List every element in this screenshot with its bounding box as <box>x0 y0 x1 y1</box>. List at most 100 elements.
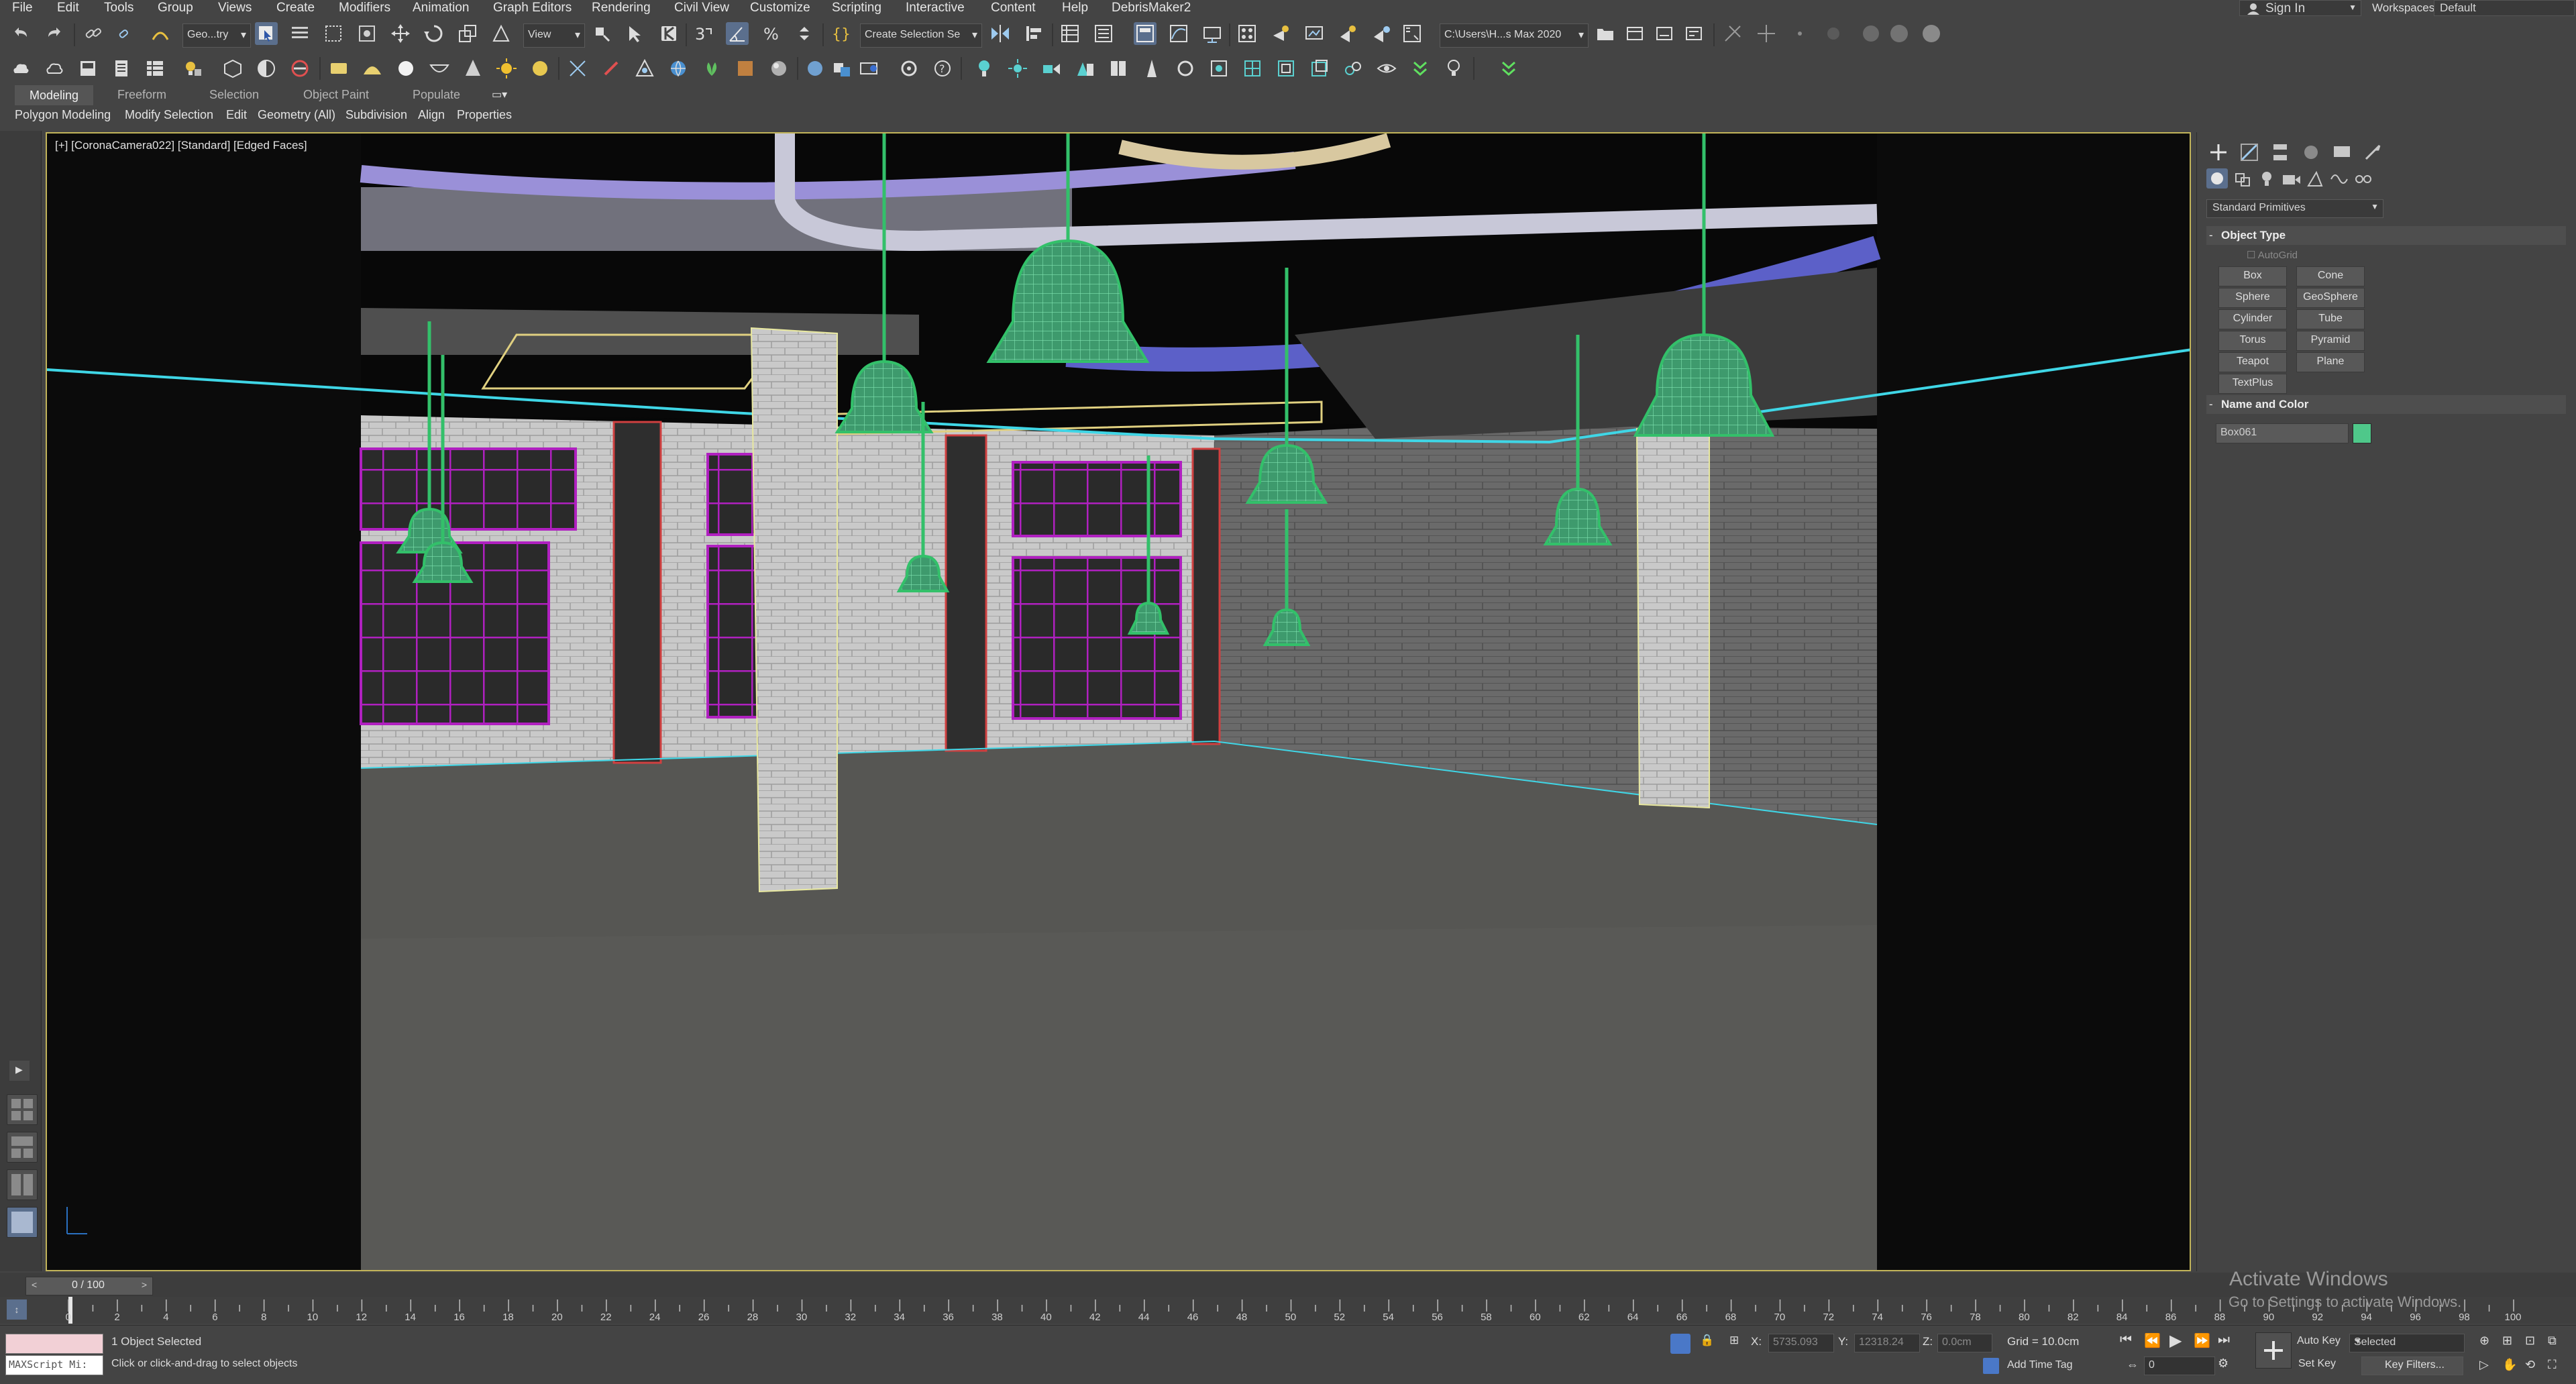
tab-object-paint[interactable]: Object Paint <box>303 88 369 102</box>
light-bulb-icon[interactable] <box>181 57 204 80</box>
globe-icon[interactable] <box>667 57 690 80</box>
layout-tab-1[interactable] <box>7 1094 38 1125</box>
curve-editor-icon[interactable] <box>1167 22 1190 45</box>
grid-frame-icon[interactable] <box>1241 57 1264 80</box>
go-to-start-icon[interactable]: ⏮ <box>2120 1332 2132 1348</box>
layout-tab-4[interactable] <box>7 1207 38 1238</box>
menu-scripting[interactable]: Scripting <box>832 1 881 15</box>
render-region-icon[interactable] <box>857 57 880 80</box>
reference-coord-dropdown[interactable]: View ▾ <box>523 23 585 48</box>
sun-icon[interactable] <box>495 57 518 80</box>
safe-frame-icon[interactable] <box>1275 57 1297 80</box>
panel-modify-selection[interactable]: Modify Selection <box>125 108 213 122</box>
menu-views[interactable]: Views <box>218 1 252 15</box>
hierarchy-tab-icon[interactable] <box>2268 140 2292 164</box>
material-ball-icon[interactable] <box>767 57 790 80</box>
tab-selection[interactable]: Selection <box>209 88 259 102</box>
autogrid-checkbox[interactable]: ☐ AutoGrid <box>2247 249 2298 261</box>
help-circle-icon[interactable]: ? <box>931 57 954 80</box>
edit-named-selection-icon[interactable]: {} <box>829 22 852 45</box>
workspaces-dropdown[interactable]: Default <box>2434 0 2575 16</box>
chevron-double-down-icon[interactable] <box>1497 57 1520 80</box>
pyramid-button[interactable]: Pyramid <box>2296 331 2365 351</box>
bowl-shape-icon[interactable] <box>428 57 451 80</box>
box-button[interactable]: Box <box>2218 266 2287 286</box>
rendered-frame-window-icon[interactable] <box>1303 22 1326 45</box>
keyboard-shortcut-icon[interactable] <box>657 22 680 45</box>
paint-tool-icon[interactable] <box>600 57 623 80</box>
menu-graph-editors[interactable]: Graph Editors <box>493 1 572 15</box>
zoom-extents-all-icon[interactable]: ⧉ <box>2548 1334 2557 1348</box>
eye-icon[interactable] <box>1375 57 1398 80</box>
helpers-category-icon[interactable] <box>2303 167 2327 191</box>
settings-gear-icon[interactable] <box>898 57 920 80</box>
current-frame-field[interactable]: 0 <box>2144 1356 2215 1375</box>
select-object-button[interactable] <box>255 22 278 45</box>
spinner-snap-icon[interactable] <box>793 22 816 45</box>
utilities-tab-icon[interactable] <box>2361 140 2385 164</box>
plane-button[interactable]: Plane <box>2296 352 2365 372</box>
links-icon[interactable] <box>1342 57 1364 80</box>
menu-customize[interactable]: Customize <box>750 1 810 15</box>
select-by-name-button[interactable] <box>288 22 311 45</box>
space-warps-category-icon[interactable] <box>2327 167 2351 191</box>
time-config-icon[interactable]: ⚙ <box>2218 1356 2229 1371</box>
set-project-folder-icon[interactable] <box>1594 22 1617 45</box>
link-icon[interactable] <box>82 22 105 45</box>
panel-align[interactable]: Align <box>418 108 445 122</box>
half-circle-icon[interactable] <box>255 57 278 80</box>
material-editor-icon[interactable] <box>1236 22 1258 45</box>
geometry-category-icon[interactable] <box>2206 168 2228 189</box>
zoom-icon[interactable]: ⊕ <box>2479 1334 2489 1348</box>
set-key-big-button[interactable] <box>2255 1332 2292 1369</box>
snaps-toggle-icon[interactable]: 3 <box>692 22 715 45</box>
sky-sphere-icon[interactable] <box>529 57 551 80</box>
tab-populate[interactable]: Populate <box>413 88 460 102</box>
frame-icon[interactable] <box>1208 57 1230 80</box>
sphere-button[interactable]: Sphere <box>2218 288 2287 308</box>
bind-space-warp-icon[interactable] <box>149 22 172 45</box>
render-setup-icon[interactable] <box>1269 22 1292 45</box>
lights-category-icon[interactable] <box>2255 167 2279 191</box>
x-coord-field[interactable]: 5735.093 <box>1768 1334 1834 1352</box>
book-icon[interactable] <box>1107 57 1130 80</box>
align-view-icon[interactable] <box>1140 57 1163 80</box>
cube-tools-icon[interactable] <box>221 57 244 80</box>
plane-shape-icon[interactable] <box>327 57 350 80</box>
layout-tab-3[interactable] <box>7 1169 38 1200</box>
tab-freeform[interactable]: Freeform <box>117 88 166 102</box>
name-and-color-rollout[interactable]: - Name and Color <box>2206 395 2566 414</box>
texture-icon[interactable] <box>734 57 757 80</box>
menu-edit[interactable]: Edit <box>57 1 79 15</box>
menu-modifiers[interactable]: Modifiers <box>339 1 390 15</box>
key-mode-icon[interactable]: ⇔ <box>2127 1358 2139 1372</box>
panel-properties[interactable]: Properties <box>457 108 512 122</box>
z-coord-field[interactable]: 0.0cm <box>1937 1334 1992 1352</box>
go-to-end-icon[interactable]: ⏭ <box>2218 1332 2230 1348</box>
project-layout-icon[interactable] <box>1623 22 1646 45</box>
toggle-scene-explorer-icon[interactable] <box>1059 22 1081 45</box>
proxy-tool-icon[interactable] <box>633 57 656 80</box>
key-mode-dropdown[interactable]: Selected ▼ <box>2349 1334 2465 1352</box>
save-scene-state-icon[interactable] <box>1653 22 1676 45</box>
layer-explorer-icon[interactable] <box>1092 22 1115 45</box>
restore-scene-state-icon[interactable] <box>1682 22 1705 45</box>
panel-subdivision[interactable]: Subdivision <box>345 108 407 122</box>
display-tab-icon[interactable] <box>2330 140 2354 164</box>
menu-group[interactable]: Group <box>158 1 193 15</box>
field-of-view-icon[interactable]: ▷ <box>2479 1358 2489 1372</box>
object-name-field[interactable]: Box061 <box>2216 423 2349 443</box>
maxscript-listener-top[interactable] <box>5 1334 103 1354</box>
chevron-double-down-icon[interactable] <box>1409 57 1432 80</box>
scale-icon[interactable] <box>456 22 479 45</box>
mirror-icon[interactable] <box>989 22 1012 45</box>
corona-tool-icon[interactable] <box>1721 22 1744 45</box>
viewport-label[interactable]: [+] [CoronaCamera022] [Standard] [Edged … <box>55 139 307 152</box>
menu-create[interactable]: Create <box>276 1 315 15</box>
menu-interactive[interactable]: Interactive <box>906 1 965 15</box>
panel-edit[interactable]: Edit <box>226 108 247 122</box>
maxscript-listener-input[interactable]: MAXScript Mi: <box>5 1355 103 1375</box>
menu-rendering[interactable]: Rendering <box>592 1 651 15</box>
panel-polygon-modeling[interactable]: Polygon Modeling <box>15 108 111 122</box>
torus-button[interactable]: Torus <box>2218 331 2287 351</box>
